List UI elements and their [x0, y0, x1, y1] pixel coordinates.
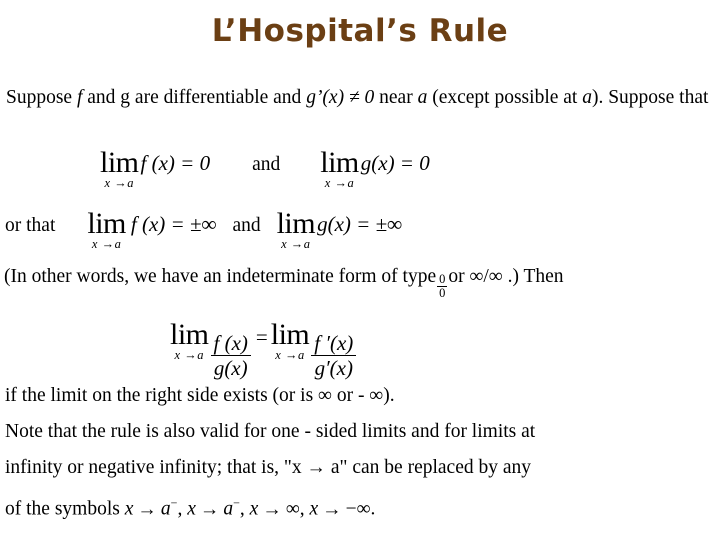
intro-var-a: a — [417, 87, 428, 108]
intro-text-4: near — [374, 87, 418, 108]
symbol-3-target: ∞ — [285, 498, 300, 520]
conjunction-and: and — [232, 215, 261, 236]
symbol-2-sign: − — [233, 496, 240, 510]
symbols-end: . — [370, 498, 376, 520]
note-line-symbols: of the symbols x → a−, x → a−, x → ∞, x → −∞. — [5, 491, 375, 522]
fraction-f-over-g: f (x) g(x) — [210, 332, 251, 381]
symbol-2-var: x — [187, 498, 196, 520]
intro-condition: g’(x) ≠ 0 — [306, 87, 375, 108]
limit-subscript: x →a — [174, 348, 204, 362]
arrow-icon: → — [137, 498, 157, 520]
fraction-denominator: 0 — [439, 286, 446, 301]
limit-operator-label: lim — [276, 207, 316, 240]
intro-text-5: (except possible at — [427, 87, 583, 108]
intro-text-2: and — [82, 87, 121, 108]
arrow-icon: → — [199, 498, 220, 520]
limit-operator-label: lim — [270, 318, 310, 351]
limit-operator-left: lim x →a — [87, 209, 126, 251]
limit-subscript: x →a — [324, 176, 355, 190]
symbol-1-var: x — [124, 498, 134, 520]
equals-sign: = — [255, 325, 268, 349]
indeterminate-text-before: (In other words, we have an indeterminat… — [4, 266, 437, 287]
arrow-icon: → — [306, 457, 327, 478]
limit-operator-label: lim — [87, 207, 126, 240]
note-text-part1: infinity or negative infinity; that is, … — [5, 457, 307, 478]
limit-subscript: x →a — [275, 348, 305, 362]
slide-canvas: L’Hospital’s Rule Suppose f and g are di… — [0, 0, 720, 540]
fraction-denominator: g(x) — [213, 356, 248, 381]
limit-equation-infinity: or that lim x →a f (x) = ±∞ and lim x →a… — [5, 207, 403, 251]
fraction-numerator: f (x) — [210, 332, 251, 357]
intro-text-3: are differentiable and — [130, 87, 307, 108]
note-text-part2: a" can be replaced by any — [326, 457, 532, 478]
limit-expression-right: g(x) = ±∞ — [317, 212, 403, 236]
limit-subscript: x →a — [91, 237, 122, 251]
fraction-denominator: g′(x) — [314, 356, 353, 381]
intro-paragraph: Suppose f and g are differentiable and g… — [6, 84, 718, 111]
limit-expression-left: f (x) = ±∞ — [130, 212, 217, 236]
note-line-infinity: infinity or negative infinity; that is, … — [5, 455, 531, 480]
page-title: L’Hospital’s Rule — [211, 13, 509, 49]
symbol-separator: , — [239, 498, 250, 520]
limit-expression-left: f (x) = 0 — [140, 151, 211, 175]
symbol-1-target: a — [160, 498, 171, 520]
symbol-separator: , — [177, 498, 188, 520]
limit-operator-right: lim x →a — [320, 148, 359, 190]
conjunction-and: and — [252, 154, 281, 175]
symbol-3-var: x — [249, 498, 259, 520]
intro-text-6: ). Suppose that — [591, 87, 709, 108]
fraction-fprime-over-gprime: f ′(x) g′(x) — [311, 332, 357, 381]
limit-equation-zero: lim x →a f (x) = 0 and lim x →a g(x) = 0 — [100, 146, 430, 190]
fraction-numerator: 0 — [437, 272, 448, 288]
note-line-onesided: Note that the rule is also valid for one… — [5, 421, 536, 442]
limit-operator-right: lim x →a — [277, 209, 316, 251]
intro-var-g: g — [120, 87, 131, 108]
limit-operator-lhs: lim x →a — [170, 320, 209, 362]
symbol-2-target: a — [223, 498, 234, 520]
or-that-prefix: or that — [5, 215, 56, 236]
symbol-4-target: −∞ — [345, 498, 371, 520]
intro-text-1: Suppose — [6, 87, 77, 108]
arrow-icon: → — [262, 498, 282, 520]
limit-operator-left: lim x →a — [100, 148, 139, 190]
intro-var-a2: a — [582, 87, 592, 108]
symbol-separator: , — [299, 498, 310, 520]
limit-operator-label: lim — [170, 318, 209, 351]
symbol-4-var: x — [309, 498, 319, 520]
fraction-numerator: f ′(x) — [311, 332, 357, 357]
symbols-prefix: of the symbols — [5, 498, 125, 520]
arrow-icon: → — [322, 498, 342, 520]
limit-subscript: x →a — [104, 176, 134, 190]
limit-subscript: x →a — [281, 237, 311, 251]
note-line-exists: if the limit on the right side exists (o… — [5, 385, 395, 406]
limit-operator-label: lim — [320, 146, 359, 179]
indeterminate-form-line: (In other words, we have an indeterminat… — [4, 266, 564, 300]
indeterminate-text-after: or ∞/∞ .) Then — [448, 266, 564, 287]
limit-operator-label: lim — [100, 146, 139, 179]
lhospital-main-equation: lim x →a f (x) g(x) = lim x →a f ′(x) g′… — [170, 318, 358, 380]
limit-expression-right: g(x) = 0 — [360, 151, 430, 175]
fraction-zero-over-zero: 0 0 — [437, 272, 448, 301]
limit-operator-rhs: lim x →a — [271, 320, 310, 362]
